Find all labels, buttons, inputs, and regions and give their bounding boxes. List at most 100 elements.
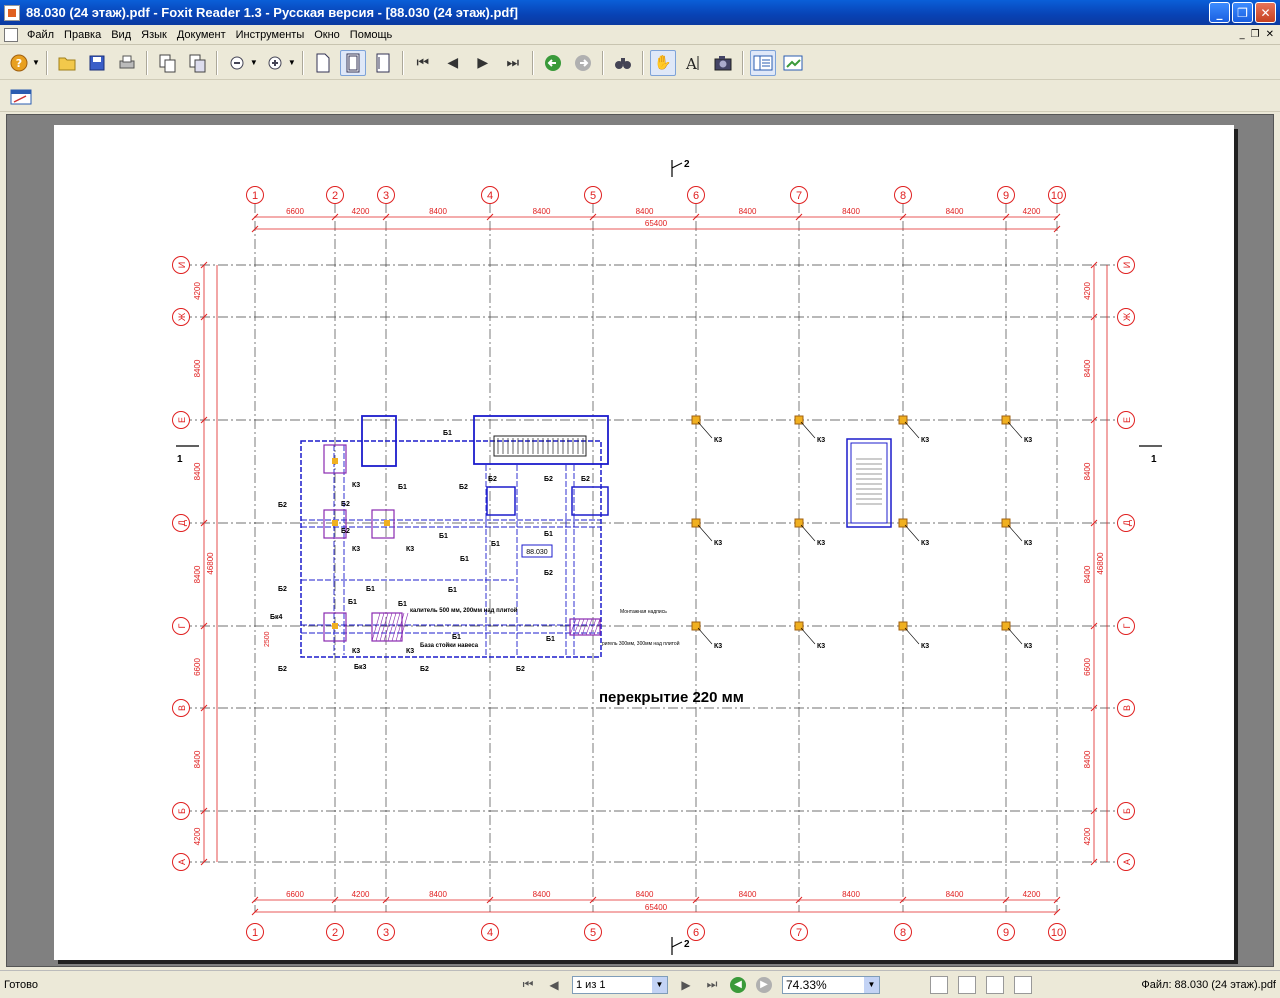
document-viewport[interactable]: 1 2 3 4 5 6 7 8 9 10 1 2 3 4 5 6 7 8 9 10 6600 4200 8400 8400 84… bbox=[6, 114, 1274, 967]
zoom-in-dropdown-icon[interactable]: ▼ bbox=[288, 58, 296, 67]
beam-label: Б2 bbox=[544, 570, 553, 577]
column-label: К3 bbox=[714, 540, 722, 547]
facing-layout-icon[interactable] bbox=[986, 975, 1004, 994]
fit-width-icon[interactable] bbox=[370, 50, 396, 76]
mdi-close-button[interactable]: ✕ bbox=[1266, 29, 1274, 40]
beam-label: Б2 bbox=[459, 484, 468, 491]
open-icon[interactable] bbox=[54, 50, 80, 76]
menu-view[interactable]: Вид bbox=[106, 29, 136, 41]
zoom-out-dropdown-icon[interactable]: ▼ bbox=[250, 58, 258, 67]
zoom-out-icon[interactable] bbox=[224, 50, 250, 76]
column-label: К3 bbox=[714, 643, 722, 650]
axis-label: 5 bbox=[590, 927, 596, 939]
column-label: К3 bbox=[714, 437, 722, 444]
file-info: Файл: 88.030 (24 этаж).pdf bbox=[1141, 978, 1276, 991]
beam-label: Б1 bbox=[460, 556, 469, 563]
column-k3 bbox=[332, 458, 338, 464]
back-button[interactable]: ◀ bbox=[730, 976, 746, 993]
column-label: К3 bbox=[406, 546, 414, 553]
zoom-dropdown-icon[interactable]: ▼ bbox=[864, 976, 879, 993]
continuous-layout-icon[interactable] bbox=[958, 975, 976, 994]
help-dropdown-icon[interactable]: ▼ bbox=[32, 58, 40, 67]
prev-page-icon[interactable]: ◀ bbox=[440, 50, 466, 76]
hatch-line bbox=[371, 612, 381, 642]
prev-page-button[interactable]: ◀ bbox=[546, 977, 562, 993]
axis-label: Д bbox=[177, 520, 187, 526]
fit-page-icon[interactable] bbox=[339, 49, 366, 76]
forward-button[interactable]: ▶ bbox=[756, 976, 772, 993]
pdf-page: 1 2 3 4 5 6 7 8 9 10 1 2 3 4 5 6 7 8 9 10 6600 4200 8400 8400 84… bbox=[54, 125, 1234, 960]
menu-language[interactable]: Язык bbox=[136, 29, 172, 41]
dimension-text: 6600 bbox=[193, 658, 202, 676]
page-dropdown-icon[interactable]: ▼ bbox=[652, 976, 667, 993]
next-page-icon[interactable]: ▶ bbox=[470, 50, 496, 76]
help-icon[interactable]: ? bbox=[6, 50, 32, 76]
actual-size-icon[interactable] bbox=[310, 50, 336, 76]
back-icon[interactable] bbox=[540, 50, 566, 76]
leader-line bbox=[1007, 421, 1023, 439]
bookmarks-icon[interactable] bbox=[749, 49, 776, 76]
menu-edit[interactable]: Правка bbox=[59, 29, 106, 41]
thumbnails-icon[interactable] bbox=[780, 50, 806, 76]
paste-page-icon[interactable] bbox=[184, 50, 210, 76]
zoom-in-icon[interactable] bbox=[262, 50, 288, 76]
menu-window[interactable]: Окно bbox=[309, 29, 345, 41]
continuous-facing-layout-icon[interactable] bbox=[1014, 975, 1032, 994]
dimension-text: 8400 bbox=[193, 462, 202, 480]
axis-label: Ж bbox=[177, 312, 187, 321]
maximize-button[interactable]: ❐ bbox=[1232, 2, 1253, 23]
last-page-button[interactable]: ⏭ bbox=[704, 977, 720, 993]
hand-tool-icon[interactable]: ✋ bbox=[649, 49, 676, 76]
axis-label: 4 bbox=[487, 927, 493, 939]
snapshot-icon[interactable] bbox=[710, 50, 736, 76]
first-page-button[interactable]: ⏮ bbox=[520, 977, 536, 993]
beam-label: Б1 bbox=[546, 636, 555, 643]
menu-help[interactable]: Помощь bbox=[345, 29, 398, 41]
axis-label: А bbox=[1122, 859, 1132, 865]
floor-thickness-note: перекрытие 220 мм bbox=[599, 689, 744, 706]
page-number-field[interactable]: 1 из 1 ▼ bbox=[572, 975, 668, 994]
beam-label: Б1 bbox=[452, 634, 461, 641]
menu-file[interactable]: Файл bbox=[22, 29, 59, 41]
dimension-text: 8400 bbox=[1083, 462, 1092, 480]
column-label: К3 bbox=[817, 643, 825, 650]
mdi-minimize-button[interactable]: _ bbox=[1240, 29, 1245, 40]
column-box bbox=[371, 509, 395, 539]
axis-label: 6 bbox=[693, 927, 699, 939]
last-page-icon[interactable]: ⏭ bbox=[500, 50, 526, 76]
forward-icon[interactable] bbox=[570, 50, 596, 76]
dimension-text: 8400 bbox=[193, 359, 202, 377]
save-icon[interactable] bbox=[84, 50, 110, 76]
find-icon[interactable] bbox=[610, 50, 636, 76]
axis-label: В bbox=[1122, 705, 1132, 711]
column-label: К3 bbox=[921, 643, 929, 650]
first-page-icon[interactable]: ⏮ bbox=[410, 50, 436, 76]
text-select-icon[interactable]: A bbox=[680, 50, 706, 76]
zoom-field[interactable]: 74.33% ▼ bbox=[782, 975, 880, 994]
leader-line bbox=[800, 421, 816, 439]
mdi-restore-button[interactable]: ❐ bbox=[1251, 29, 1260, 40]
close-button[interactable]: ✕ bbox=[1255, 2, 1276, 23]
document-icon[interactable] bbox=[4, 27, 18, 42]
menu-document[interactable]: Документ bbox=[172, 29, 231, 41]
axis-label: 1 bbox=[252, 927, 258, 939]
axis-label: Г bbox=[1122, 623, 1132, 628]
single-page-layout-icon[interactable] bbox=[930, 975, 948, 994]
minimize-button[interactable]: _ bbox=[1209, 2, 1230, 23]
beam-label: Б1 bbox=[448, 587, 457, 594]
axis-label: Ж bbox=[1122, 312, 1132, 321]
copy-page-icon[interactable] bbox=[154, 50, 180, 76]
axis-label: Б bbox=[1122, 808, 1132, 814]
menu-tools[interactable]: Инструменты bbox=[231, 29, 310, 41]
beam-label: Б1 bbox=[491, 541, 500, 548]
section-mark bbox=[671, 941, 683, 948]
beam-label: Б1 bbox=[544, 531, 553, 538]
axis-label: 3 bbox=[383, 190, 389, 202]
annotation-tool-icon[interactable] bbox=[8, 84, 34, 110]
next-page-button[interactable]: ▶ bbox=[678, 977, 694, 993]
column-label: К3 bbox=[406, 648, 414, 655]
svg-text:?: ? bbox=[16, 57, 22, 70]
print-icon[interactable] bbox=[114, 50, 140, 76]
stair-core bbox=[846, 438, 892, 528]
dimension-text: 8400 bbox=[1083, 750, 1092, 768]
